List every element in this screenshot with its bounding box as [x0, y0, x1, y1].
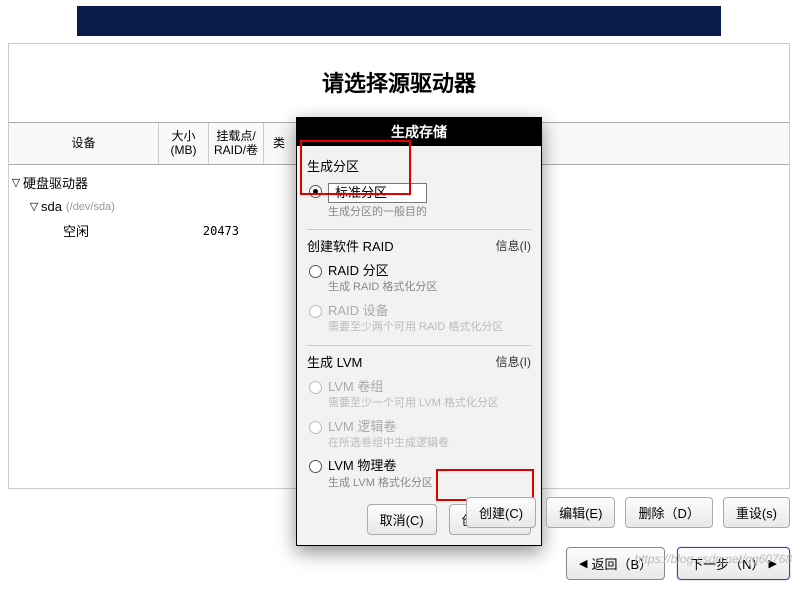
create-partition-button[interactable]: 创建(C) — [466, 497, 536, 528]
radio-icon — [309, 421, 322, 434]
radio-raid-dev-label: RAID 设备 — [328, 303, 503, 319]
section-partition: 生成分区 — [307, 156, 531, 175]
radio-raid-part-desc: 生成 RAID 格式化分区 — [328, 280, 437, 294]
separator — [307, 345, 531, 346]
chevron-down-icon[interactable]: ▽ — [9, 176, 23, 189]
col-type[interactable]: 类 — [264, 123, 294, 164]
radio-standard-desc: 生成分区的一般目的 — [328, 205, 427, 219]
col-mount-l2: RAID/卷 — [213, 143, 259, 157]
next-label: 下一步（N） — [690, 554, 764, 573]
dialog-title: 生成存储 — [297, 118, 541, 146]
radio-standard-partition[interactable]: 标准分区 生成分区的一般目的 — [307, 179, 531, 223]
col-size[interactable]: 大小 (MB) — [159, 123, 209, 164]
bottom-toolbar: 创建(C) 编辑(E) 删除（D） 重设(s) — [8, 497, 790, 528]
radio-standard-label: 标准分区 — [328, 183, 427, 203]
section-lvm-title: 生成 LVM — [307, 352, 362, 371]
back-button[interactable]: 返回（B） — [566, 547, 665, 580]
top-banner — [77, 6, 721, 36]
radio-lvm-pv-desc: 生成 LVM 格式化分区 — [328, 476, 433, 490]
tree-root-label: 硬盘驱动器 — [23, 173, 88, 192]
col-device[interactable]: 设备 — [9, 123, 159, 164]
radio-lvm-pv-label: LVM 物理卷 — [328, 458, 433, 474]
radio-icon — [309, 381, 322, 394]
tree-row-free[interactable]: 空闲 20473 — [9, 219, 239, 243]
radio-icon — [309, 265, 322, 278]
raid-info-link[interactable]: 信息(I) — [496, 237, 531, 254]
section-raid-title: 创建软件 RAID — [307, 236, 394, 255]
radio-raid-device: RAID 设备 需要至少两个可用 RAID 格式化分区 — [307, 299, 531, 339]
delete-button[interactable]: 删除（D） — [625, 497, 712, 528]
radio-icon — [309, 305, 322, 318]
radio-lvm-vg: LVM 卷组 需要至少一个可用 LVM 格式化分区 — [307, 375, 531, 415]
back-label: 返回（B） — [591, 554, 652, 573]
radio-lvm-lv: LVM 逻辑卷 在所选卷组中生成逻辑卷 — [307, 415, 531, 455]
separator — [307, 229, 531, 230]
create-storage-dialog: 生成存储 生成分区 标准分区 生成分区的一般目的 创建软件 RAID 信息(I)… — [296, 117, 542, 546]
radio-icon — [309, 185, 322, 198]
radio-raid-partition[interactable]: RAID 分区 生成 RAID 格式化分区 — [307, 259, 531, 299]
radio-raid-part-label: RAID 分区 — [328, 263, 437, 279]
tree-disk-name: sda — [41, 199, 62, 214]
section-lvm: 生成 LVM 信息(I) — [307, 352, 531, 371]
col-mount-l1: 挂载点/ — [213, 129, 259, 143]
nav-bar: 返回（B） 下一步（N） — [8, 547, 790, 580]
section-raid: 创建软件 RAID 信息(I) — [307, 236, 531, 255]
radio-raid-dev-desc: 需要至少两个可用 RAID 格式化分区 — [328, 320, 503, 334]
reset-button[interactable]: 重设(s) — [723, 497, 790, 528]
chevron-down-icon[interactable]: ▽ — [27, 200, 41, 213]
edit-button[interactable]: 编辑(E) — [546, 497, 615, 528]
col-size-l2: (MB) — [163, 143, 204, 157]
tree-free-size: 20473 — [189, 224, 239, 238]
radio-lvm-vg-desc: 需要至少一个可用 LVM 格式化分区 — [328, 396, 499, 410]
col-mount[interactable]: 挂载点/ RAID/卷 — [209, 123, 264, 164]
tree-free-label: 空闲 — [63, 221, 89, 240]
next-button[interactable]: 下一步（N） — [677, 547, 790, 580]
page-title: 请选择源驱动器 — [9, 44, 789, 122]
radio-lvm-vg-label: LVM 卷组 — [328, 379, 499, 395]
tree-disk-path: (/dev/sda) — [66, 201, 115, 213]
col-size-l1: 大小 — [163, 129, 204, 143]
section-partition-title: 生成分区 — [307, 156, 359, 175]
radio-lvm-pv[interactable]: LVM 物理卷 生成 LVM 格式化分区 — [307, 454, 531, 494]
dialog-body: 生成分区 标准分区 生成分区的一般目的 创建软件 RAID 信息(I) RAID… — [297, 146, 541, 545]
radio-lvm-lv-label: LVM 逻辑卷 — [328, 419, 449, 435]
radio-lvm-lv-desc: 在所选卷组中生成逻辑卷 — [328, 436, 449, 450]
lvm-info-link[interactable]: 信息(I) — [496, 353, 531, 370]
radio-icon — [309, 460, 322, 473]
